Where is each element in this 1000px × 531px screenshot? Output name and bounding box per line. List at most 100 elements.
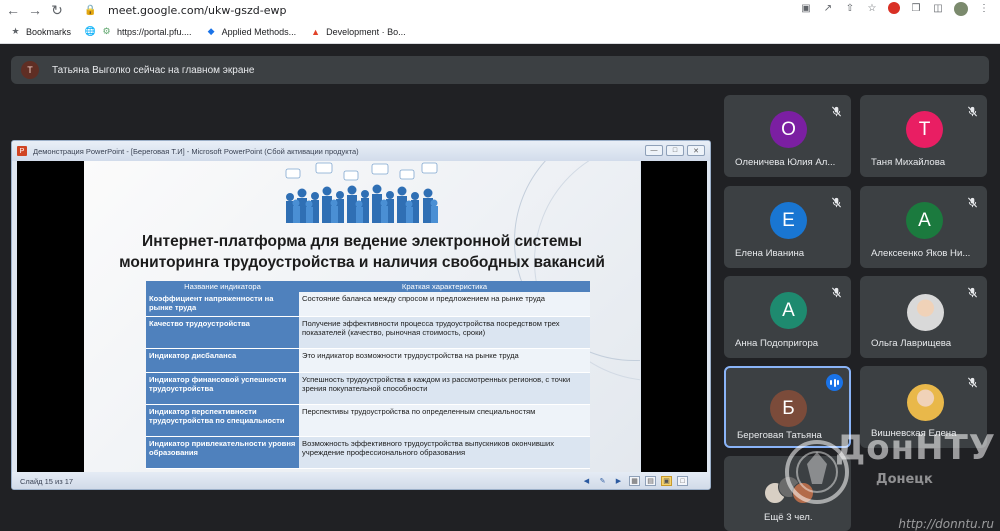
participant-name: Береговая Татьяна bbox=[737, 430, 822, 441]
opera-extension-icon[interactable] bbox=[888, 2, 900, 14]
participant-tile[interactable]: Б Береговая Татьяна bbox=[724, 366, 851, 448]
participant-name: Елена Иванина bbox=[735, 248, 805, 259]
share-icon[interactable]: ⇧ bbox=[844, 2, 856, 14]
presenting-notification: Т Татьяна Выголко сейчас на главном экра… bbox=[11, 56, 989, 84]
sidebar-icon[interactable]: ◫ bbox=[932, 2, 944, 14]
powerpoint-icon: P bbox=[17, 146, 27, 156]
participant-photo bbox=[907, 384, 944, 421]
url-text[interactable]: meet.google.com/ukw-gszd-ewp bbox=[108, 4, 287, 17]
participant-avatar: Т bbox=[906, 111, 943, 148]
mic-off-icon bbox=[830, 286, 842, 298]
mic-off-icon bbox=[830, 196, 842, 208]
slideshow-view-icon[interactable]: ▣ bbox=[661, 476, 672, 486]
presenter-avatar: Т bbox=[21, 61, 39, 79]
browser-toolbar: ← → ↻ 🔒 meet.google.com/ukw-gszd-ewp ▣ ↗… bbox=[0, 0, 1000, 20]
slideshow-controls: ◀ ✎ ▶ ▦ ▤ ▣ □ bbox=[581, 476, 688, 486]
lock-icon: 🔒 bbox=[84, 5, 97, 16]
participant-name: Таня Михайлова bbox=[871, 157, 946, 168]
indicator-table: Название индикатора Краткая характеристи… bbox=[146, 281, 590, 469]
watermark-city: Донецк bbox=[876, 472, 933, 487]
more-participants-avatars bbox=[764, 476, 814, 506]
participant-name: Алексеенко Яков Ни... bbox=[871, 248, 971, 259]
table-row: Индикатор дисбаланса Это индикатор возмо… bbox=[146, 348, 590, 373]
slide-sorter-icon[interactable]: ▤ bbox=[645, 476, 656, 486]
globe-icon: 🌐 bbox=[84, 26, 97, 36]
participant-avatar: О bbox=[770, 111, 807, 148]
participant-tile[interactable]: Вишневская Елена bbox=[860, 366, 987, 448]
indicator-description: Успешность трудоустройства в каждом из р… bbox=[299, 372, 590, 405]
mic-off-icon bbox=[966, 105, 978, 117]
indicator-name: Индикатор привлекательности уровня образ… bbox=[146, 436, 299, 469]
table-row: Качество трудоустройства Получение эффек… bbox=[146, 316, 590, 349]
window-title: Демонстрация PowerPoint - [Береговая Т.И… bbox=[33, 146, 359, 156]
table-row: Индикатор финансовой успешности трудоуст… bbox=[146, 372, 590, 405]
profile-avatar[interactable] bbox=[954, 2, 968, 16]
gitlab-icon: ▲ bbox=[311, 26, 321, 37]
participant-tile[interactable]: Е Елена Иванина bbox=[724, 186, 851, 268]
indicator-name: Качество трудоустройства bbox=[146, 316, 299, 349]
slide-heading: Интернет-платформа для ведение электронн… bbox=[119, 233, 605, 271]
back-icon[interactable]: ← bbox=[2, 0, 24, 20]
participant-name: Оленичева Юлия Ал... bbox=[735, 157, 836, 168]
mic-off-icon bbox=[966, 286, 978, 298]
participant-photo bbox=[907, 294, 944, 331]
table-row: Коэффициент напряженности на рынке труда… bbox=[146, 292, 590, 317]
close-icon[interactable]: ✕ bbox=[687, 145, 705, 156]
participant-tile[interactable]: Ещё 3 чел. bbox=[724, 456, 851, 531]
reload-icon[interactable]: ↻ bbox=[46, 0, 68, 20]
diamond-icon: ◆ bbox=[207, 26, 215, 36]
participant-avatar: Е bbox=[770, 202, 807, 239]
minimize-icon[interactable]: — bbox=[645, 145, 663, 156]
watermark-url: http://donntu.ru bbox=[898, 517, 994, 531]
bookmark-applied-methods[interactable]: ◆ Applied Methods... bbox=[206, 26, 297, 37]
next-slide-icon[interactable]: ▶ bbox=[613, 476, 624, 486]
crowd-illustration bbox=[285, 162, 438, 223]
indicator-description: Состояние баланса между спросом и предло… bbox=[299, 292, 590, 317]
window-controls: — □ ✕ bbox=[645, 145, 705, 156]
normal-view-icon[interactable]: ▦ bbox=[629, 476, 640, 486]
slide-canvas: Интернет-платформа для ведение электронн… bbox=[84, 161, 640, 472]
participant-tile[interactable]: Ольга Лаврищева bbox=[860, 276, 987, 358]
notification-text: Татьяна Выголко сейчас на главном экране bbox=[52, 64, 255, 76]
powerpoint-titlebar: P Демонстрация PowerPoint - [Береговая Т… bbox=[12, 141, 710, 161]
open-external-icon[interactable]: ↗ bbox=[822, 2, 834, 14]
shared-screen[interactable]: P Демонстрация PowerPoint - [Береговая Т… bbox=[11, 140, 711, 490]
participant-tile[interactable]: А Алексеенко Яков Ни... bbox=[860, 186, 987, 268]
bookmark-portal[interactable]: 🌐 ⚙ https://portal.pfu.... bbox=[85, 26, 192, 37]
bookmark-bookmarks[interactable]: ★ Bookmarks bbox=[10, 26, 71, 37]
participant-tile[interactable]: О Оленичева Юлия Ал... bbox=[724, 95, 851, 177]
speaking-indicator-icon bbox=[826, 374, 843, 391]
participant-name: Ещё 3 чел. bbox=[764, 512, 813, 523]
reading-view-icon[interactable]: □ bbox=[677, 476, 688, 486]
mic-off-icon bbox=[966, 196, 978, 208]
menu-icon[interactable]: ⋮ bbox=[978, 2, 990, 14]
indicator-description: Получение эффективности процесса трудоус… bbox=[299, 316, 590, 349]
participant-tile[interactable]: А Анна Подопригора bbox=[724, 276, 851, 358]
powerpoint-statusbar: Слайд 15 из 17 ◀ ✎ ▶ ▦ ▤ ▣ □ bbox=[12, 472, 710, 489]
bookmark-development[interactable]: ▲ Development · Bo... bbox=[310, 26, 406, 37]
notes-icon[interactable]: ✎ bbox=[597, 476, 608, 486]
indicator-description: Возможность эффективного трудоустройства… bbox=[299, 436, 590, 469]
camera-icon[interactable]: ▣ bbox=[800, 2, 812, 14]
table-row: Индикатор перспективности трудоустройств… bbox=[146, 404, 590, 437]
indicator-name: Индикатор перспективности трудоустройств… bbox=[146, 404, 299, 437]
letterbox-left bbox=[17, 161, 84, 472]
mic-off-icon bbox=[966, 376, 978, 388]
letterbox-right bbox=[641, 161, 707, 472]
participant-name: Ольга Лаврищева bbox=[871, 338, 952, 349]
indicator-name: Индикатор финансовой успешности трудоуст… bbox=[146, 372, 299, 405]
participant-avatar: Б bbox=[770, 390, 807, 427]
mic-off-icon bbox=[830, 105, 842, 117]
participant-photo bbox=[792, 482, 814, 504]
portal-favicon: ⚙ bbox=[102, 26, 111, 36]
previous-slide-icon[interactable]: ◀ bbox=[581, 476, 592, 486]
restore-icon[interactable]: □ bbox=[666, 145, 684, 156]
bookmark-star-icon[interactable]: ☆ bbox=[866, 2, 878, 14]
slide-counter: Слайд 15 из 17 bbox=[20, 477, 74, 486]
extensions-icon[interactable]: ❒ bbox=[910, 2, 922, 14]
participant-tile[interactable]: Т Таня Михайлова bbox=[860, 95, 987, 177]
participant-avatar: А bbox=[770, 292, 807, 329]
participant-name: Вишневская Елена bbox=[871, 428, 957, 439]
forward-icon[interactable]: → bbox=[24, 0, 46, 20]
indicator-name: Коэффициент напряженности на рынке труда bbox=[146, 292, 299, 317]
